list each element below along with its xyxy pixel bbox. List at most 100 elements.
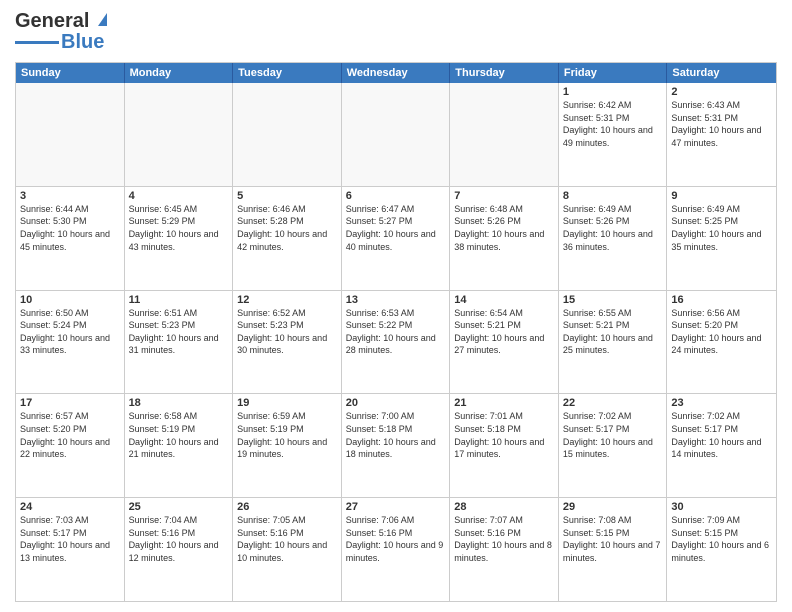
- calendar-header: SundayMondayTuesdayWednesdayThursdayFrid…: [16, 63, 776, 83]
- cell-sun-info: Sunrise: 7:06 AMSunset: 5:16 PMDaylight:…: [346, 514, 446, 564]
- cell-sun-info: Sunrise: 6:43 AMSunset: 5:31 PMDaylight:…: [671, 99, 772, 149]
- cell-sun-info: Sunrise: 6:50 AMSunset: 5:24 PMDaylight:…: [20, 307, 120, 357]
- weekday-header-wednesday: Wednesday: [342, 63, 451, 83]
- weekday-header-monday: Monday: [125, 63, 234, 83]
- cell-sun-info: Sunrise: 7:02 AMSunset: 5:17 PMDaylight:…: [563, 410, 663, 460]
- calendar-cell-empty-0-1: [125, 83, 234, 186]
- cell-sun-info: Sunrise: 6:51 AMSunset: 5:23 PMDaylight:…: [129, 307, 229, 357]
- calendar-cell-1: 1Sunrise: 6:42 AMSunset: 5:31 PMDaylight…: [559, 83, 668, 186]
- day-number: 25: [129, 501, 229, 513]
- calendar-cell-empty-0-0: [16, 83, 125, 186]
- day-number: 26: [237, 501, 337, 513]
- header: General Blue: [15, 10, 777, 54]
- cell-sun-info: Sunrise: 7:01 AMSunset: 5:18 PMDaylight:…: [454, 410, 554, 460]
- calendar-cell-empty-0-2: [233, 83, 342, 186]
- calendar-cell-25: 25Sunrise: 7:04 AMSunset: 5:16 PMDayligh…: [125, 498, 234, 601]
- calendar-row-1: 3Sunrise: 6:44 AMSunset: 5:30 PMDaylight…: [16, 187, 776, 291]
- calendar-row-3: 17Sunrise: 6:57 AMSunset: 5:20 PMDayligh…: [16, 394, 776, 498]
- calendar-cell-26: 26Sunrise: 7:05 AMSunset: 5:16 PMDayligh…: [233, 498, 342, 601]
- day-number: 2: [671, 86, 772, 98]
- logo-general: General: [15, 10, 95, 32]
- calendar-cell-empty-0-3: [342, 83, 451, 186]
- calendar-cell-3: 3Sunrise: 6:44 AMSunset: 5:30 PMDaylight…: [16, 187, 125, 290]
- calendar-row-2: 10Sunrise: 6:50 AMSunset: 5:24 PMDayligh…: [16, 291, 776, 395]
- calendar-row-4: 24Sunrise: 7:03 AMSunset: 5:17 PMDayligh…: [16, 498, 776, 601]
- calendar-cell-24: 24Sunrise: 7:03 AMSunset: 5:17 PMDayligh…: [16, 498, 125, 601]
- cell-sun-info: Sunrise: 6:49 AMSunset: 5:26 PMDaylight:…: [563, 203, 663, 253]
- day-number: 8: [563, 190, 663, 202]
- day-number: 27: [346, 501, 446, 513]
- calendar-cell-16: 16Sunrise: 6:56 AMSunset: 5:20 PMDayligh…: [667, 291, 776, 394]
- calendar-cell-21: 21Sunrise: 7:01 AMSunset: 5:18 PMDayligh…: [450, 394, 559, 497]
- calendar-cell-28: 28Sunrise: 7:07 AMSunset: 5:16 PMDayligh…: [450, 498, 559, 601]
- cell-sun-info: Sunrise: 7:02 AMSunset: 5:17 PMDaylight:…: [671, 410, 772, 460]
- cell-sun-info: Sunrise: 6:59 AMSunset: 5:19 PMDaylight:…: [237, 410, 337, 460]
- day-number: 13: [346, 294, 446, 306]
- weekday-header-friday: Friday: [559, 63, 668, 83]
- cell-sun-info: Sunrise: 6:48 AMSunset: 5:26 PMDaylight:…: [454, 203, 554, 253]
- day-number: 15: [563, 294, 663, 306]
- calendar-cell-18: 18Sunrise: 6:58 AMSunset: 5:19 PMDayligh…: [125, 394, 234, 497]
- calendar-cell-27: 27Sunrise: 7:06 AMSunset: 5:16 PMDayligh…: [342, 498, 451, 601]
- calendar-cell-19: 19Sunrise: 6:59 AMSunset: 5:19 PMDayligh…: [233, 394, 342, 497]
- logo-triangle-icon: [98, 13, 107, 26]
- day-number: 14: [454, 294, 554, 306]
- calendar-cell-20: 20Sunrise: 7:00 AMSunset: 5:18 PMDayligh…: [342, 394, 451, 497]
- page: General Blue SundayMondayTuesdayWednesda…: [0, 0, 792, 612]
- calendar-cell-5: 5Sunrise: 6:46 AMSunset: 5:28 PMDaylight…: [233, 187, 342, 290]
- day-number: 5: [237, 190, 337, 202]
- calendar-cell-2: 2Sunrise: 6:43 AMSunset: 5:31 PMDaylight…: [667, 83, 776, 186]
- cell-sun-info: Sunrise: 6:42 AMSunset: 5:31 PMDaylight:…: [563, 99, 663, 149]
- day-number: 19: [237, 397, 337, 409]
- calendar-cell-11: 11Sunrise: 6:51 AMSunset: 5:23 PMDayligh…: [125, 291, 234, 394]
- cell-sun-info: Sunrise: 7:05 AMSunset: 5:16 PMDaylight:…: [237, 514, 337, 564]
- cell-sun-info: Sunrise: 7:03 AMSunset: 5:17 PMDaylight:…: [20, 514, 120, 564]
- day-number: 18: [129, 397, 229, 409]
- day-number: 28: [454, 501, 554, 513]
- weekday-header-tuesday: Tuesday: [233, 63, 342, 83]
- calendar-cell-12: 12Sunrise: 6:52 AMSunset: 5:23 PMDayligh…: [233, 291, 342, 394]
- logo: General Blue: [15, 10, 107, 54]
- cell-sun-info: Sunrise: 6:56 AMSunset: 5:20 PMDaylight:…: [671, 307, 772, 357]
- cell-sun-info: Sunrise: 6:54 AMSunset: 5:21 PMDaylight:…: [454, 307, 554, 357]
- cell-sun-info: Sunrise: 6:49 AMSunset: 5:25 PMDaylight:…: [671, 203, 772, 253]
- cell-sun-info: Sunrise: 6:57 AMSunset: 5:20 PMDaylight:…: [20, 410, 120, 460]
- day-number: 1: [563, 86, 663, 98]
- day-number: 7: [454, 190, 554, 202]
- day-number: 4: [129, 190, 229, 202]
- calendar-cell-23: 23Sunrise: 7:02 AMSunset: 5:17 PMDayligh…: [667, 394, 776, 497]
- calendar-cell-4: 4Sunrise: 6:45 AMSunset: 5:29 PMDaylight…: [125, 187, 234, 290]
- day-number: 9: [671, 190, 772, 202]
- day-number: 29: [563, 501, 663, 513]
- cell-sun-info: Sunrise: 7:00 AMSunset: 5:18 PMDaylight:…: [346, 410, 446, 460]
- cell-sun-info: Sunrise: 6:44 AMSunset: 5:30 PMDaylight:…: [20, 203, 120, 253]
- day-number: 12: [237, 294, 337, 306]
- calendar-cell-14: 14Sunrise: 6:54 AMSunset: 5:21 PMDayligh…: [450, 291, 559, 394]
- calendar-cell-17: 17Sunrise: 6:57 AMSunset: 5:20 PMDayligh…: [16, 394, 125, 497]
- logo-blue: Blue: [61, 31, 104, 54]
- calendar-cell-13: 13Sunrise: 6:53 AMSunset: 5:22 PMDayligh…: [342, 291, 451, 394]
- calendar-row-0: 1Sunrise: 6:42 AMSunset: 5:31 PMDaylight…: [16, 83, 776, 187]
- calendar: SundayMondayTuesdayWednesdayThursdayFrid…: [15, 62, 777, 602]
- calendar-cell-29: 29Sunrise: 7:08 AMSunset: 5:15 PMDayligh…: [559, 498, 668, 601]
- day-number: 3: [20, 190, 120, 202]
- day-number: 11: [129, 294, 229, 306]
- calendar-cell-8: 8Sunrise: 6:49 AMSunset: 5:26 PMDaylight…: [559, 187, 668, 290]
- cell-sun-info: Sunrise: 6:52 AMSunset: 5:23 PMDaylight:…: [237, 307, 337, 357]
- day-number: 22: [563, 397, 663, 409]
- calendar-cell-empty-0-4: [450, 83, 559, 186]
- day-number: 24: [20, 501, 120, 513]
- cell-sun-info: Sunrise: 7:04 AMSunset: 5:16 PMDaylight:…: [129, 514, 229, 564]
- cell-sun-info: Sunrise: 7:07 AMSunset: 5:16 PMDaylight:…: [454, 514, 554, 564]
- weekday-header-sunday: Sunday: [16, 63, 125, 83]
- day-number: 10: [20, 294, 120, 306]
- calendar-cell-30: 30Sunrise: 7:09 AMSunset: 5:15 PMDayligh…: [667, 498, 776, 601]
- calendar-cell-10: 10Sunrise: 6:50 AMSunset: 5:24 PMDayligh…: [16, 291, 125, 394]
- day-number: 17: [20, 397, 120, 409]
- day-number: 21: [454, 397, 554, 409]
- day-number: 16: [671, 294, 772, 306]
- calendar-cell-7: 7Sunrise: 6:48 AMSunset: 5:26 PMDaylight…: [450, 187, 559, 290]
- day-number: 23: [671, 397, 772, 409]
- calendar-cell-22: 22Sunrise: 7:02 AMSunset: 5:17 PMDayligh…: [559, 394, 668, 497]
- day-number: 6: [346, 190, 446, 202]
